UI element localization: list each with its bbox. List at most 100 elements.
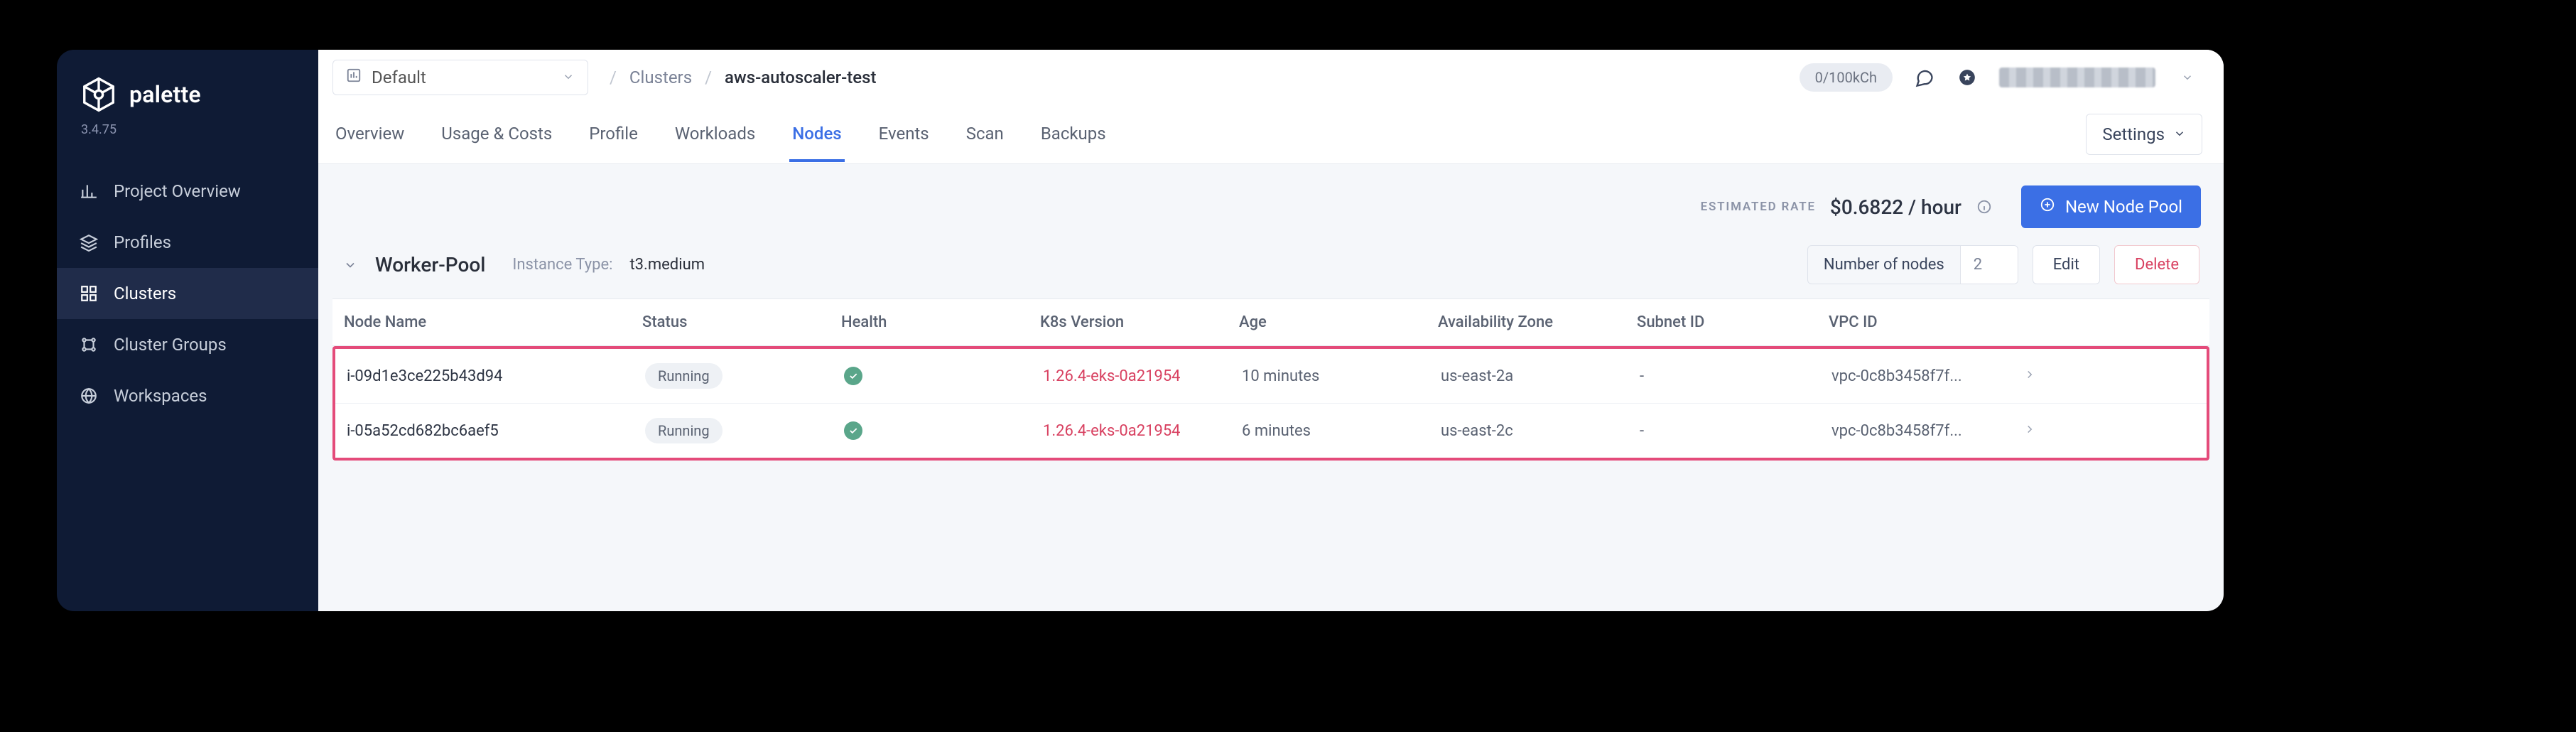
topbar-right: 0/100kCh: [1800, 63, 2198, 92]
table-row[interactable]: i-05a52cd682bc6aef5 Running 1.26.4-eks-0…: [335, 404, 2207, 458]
highlighted-rows: i-09d1e3ce225b43d94 Running 1.26.4-eks-0…: [332, 346, 2209, 461]
table-header: Node Name Status Health K8s Version Age …: [332, 298, 2209, 346]
chevron-down-icon: [562, 68, 575, 87]
star-icon[interactable]: [1957, 67, 1978, 88]
cell-status: Running: [634, 404, 833, 458]
settings-dropdown[interactable]: Settings: [2086, 114, 2202, 155]
rate-label: ESTIMATED RATE: [1701, 200, 1816, 214]
breadcrumb-parent[interactable]: Clusters: [629, 68, 692, 87]
pool-actions: Number of nodes Edit Delete: [1807, 245, 2199, 284]
bar-chart-icon: [80, 182, 98, 200]
sidebar-item-label: Project Overview: [114, 181, 241, 201]
tab-profile[interactable]: Profile: [586, 107, 641, 162]
info-icon[interactable]: [1976, 198, 1993, 215]
col-vpc: VPC ID: [1817, 299, 2009, 345]
layers-icon: [80, 233, 98, 252]
sidebar-item-label: Workspaces: [114, 386, 207, 406]
new-node-pool-button[interactable]: New Node Pool: [2021, 185, 2201, 228]
health-check-icon: [844, 421, 862, 440]
brand-logo[interactable]: palette: [57, 75, 318, 122]
settings-label: Settings: [2102, 124, 2165, 144]
rate-value: $0.6822 / hour: [1830, 195, 1961, 219]
cell-vpc: vpc-0c8b3458f7f...: [1820, 408, 2012, 454]
col-health: Health: [830, 299, 1029, 345]
sidebar: palette 3.4.75 Project Overview Profiles…: [57, 50, 318, 611]
col-expand: [2009, 299, 2052, 345]
sidebar-item-cluster-groups[interactable]: Cluster Groups: [57, 319, 318, 370]
num-nodes-control: Number of nodes: [1807, 245, 2018, 284]
nodes-table: Node Name Status Health K8s Version Age …: [332, 298, 2209, 461]
cluster-group-icon: [80, 335, 98, 354]
status-badge: Running: [645, 363, 723, 389]
tab-scan[interactable]: Scan: [963, 107, 1007, 162]
tab-backups[interactable]: Backups: [1038, 107, 1109, 162]
instance-type-value: t3.medium: [629, 256, 705, 274]
topbar: Default / Clusters / aws-autoscaler-test…: [318, 50, 2224, 105]
sidebar-item-workspaces[interactable]: Workspaces: [57, 370, 318, 421]
nodes-panel: ESTIMATED RATE $0.6822 / hour New Node P…: [318, 164, 2224, 461]
globe-icon: [80, 387, 98, 405]
col-status: Status: [631, 299, 830, 345]
rate-row: ESTIMATED RATE $0.6822 / hour New Node P…: [332, 185, 2209, 245]
grid-icon: [80, 284, 98, 303]
delete-button[interactable]: Delete: [2114, 245, 2199, 284]
breadcrumb-current: aws-autoscaler-test: [725, 68, 877, 87]
cell-subnet: -: [1628, 353, 1820, 399]
tab-workloads[interactable]: Workloads: [672, 107, 758, 162]
pool-name: Worker-Pool: [375, 253, 485, 276]
tab-overview[interactable]: Overview: [332, 107, 407, 162]
plus-circle-icon: [2040, 197, 2055, 217]
credits-pill[interactable]: 0/100kCh: [1800, 63, 1893, 92]
instance-type-label: Instance Type:: [512, 256, 612, 274]
cell-age: 10 minutes: [1230, 353, 1429, 399]
chevron-down-icon[interactable]: [342, 257, 358, 273]
new-node-pool-label: New Node Pool: [2065, 197, 2182, 217]
cell-k8s-version[interactable]: 1.26.4-eks-0a21954: [1032, 353, 1230, 399]
version-label: 3.4.75: [57, 122, 318, 166]
edit-button[interactable]: Edit: [2033, 245, 2100, 284]
tab-usage-costs[interactable]: Usage & Costs: [438, 107, 555, 162]
sidebar-item-project-overview[interactable]: Project Overview: [57, 166, 318, 217]
project-selector-value: Default: [372, 68, 426, 87]
chevron-down-icon[interactable]: [2177, 67, 2198, 88]
chart-box-icon: [346, 68, 362, 87]
cell-subnet: -: [1628, 408, 1820, 454]
tab-events[interactable]: Events: [876, 107, 932, 162]
tabs: Overview Usage & Costs Profile Workloads…: [318, 105, 2224, 164]
chevron-down-icon: [2173, 124, 2186, 144]
logo-icon: [80, 75, 118, 114]
col-subnet: Subnet ID: [1625, 299, 1817, 345]
cell-az: us-east-2a: [1429, 353, 1628, 399]
cell-node-name: i-05a52cd682bc6aef5: [335, 408, 634, 454]
sidebar-item-profiles[interactable]: Profiles: [57, 217, 318, 268]
expand-row-icon[interactable]: [2012, 353, 2055, 399]
sidebar-item-label: Clusters: [114, 284, 176, 303]
sidebar-item-clusters[interactable]: Clusters: [57, 268, 318, 319]
tab-nodes[interactable]: Nodes: [789, 107, 844, 162]
main-content: Default / Clusters / aws-autoscaler-test…: [318, 50, 2224, 611]
col-node-name: Node Name: [332, 299, 631, 345]
cell-k8s-version[interactable]: 1.26.4-eks-0a21954: [1032, 408, 1230, 454]
expand-row-icon[interactable]: [2012, 408, 2055, 454]
sidebar-item-label: Cluster Groups: [114, 335, 227, 355]
breadcrumb-separator: /: [610, 68, 617, 87]
pool-header: Worker-Pool Instance Type: t3.medium Num…: [332, 245, 2209, 298]
brand-name: palette: [129, 81, 201, 108]
project-selector[interactable]: Default: [332, 60, 588, 95]
cell-age: 6 minutes: [1230, 408, 1429, 454]
sidebar-item-label: Profiles: [114, 232, 171, 252]
sidebar-nav: Project Overview Profiles Clusters Clust…: [57, 166, 318, 421]
chat-icon[interactable]: [1914, 67, 1935, 88]
status-badge: Running: [645, 418, 723, 443]
breadcrumb-separator: /: [705, 68, 712, 87]
cell-vpc: vpc-0c8b3458f7f...: [1820, 353, 2012, 399]
table-row[interactable]: i-09d1e3ce225b43d94 Running 1.26.4-eks-0…: [335, 349, 2207, 404]
cell-node-name: i-09d1e3ce225b43d94: [335, 353, 634, 399]
num-nodes-input[interactable]: [1961, 246, 2018, 284]
col-az: Availability Zone: [1427, 299, 1625, 345]
col-age: Age: [1228, 299, 1427, 345]
cell-health: [833, 352, 1032, 399]
cell-health: [833, 407, 1032, 454]
user-identity-redacted: [1999, 68, 2155, 87]
health-check-icon: [844, 367, 862, 385]
